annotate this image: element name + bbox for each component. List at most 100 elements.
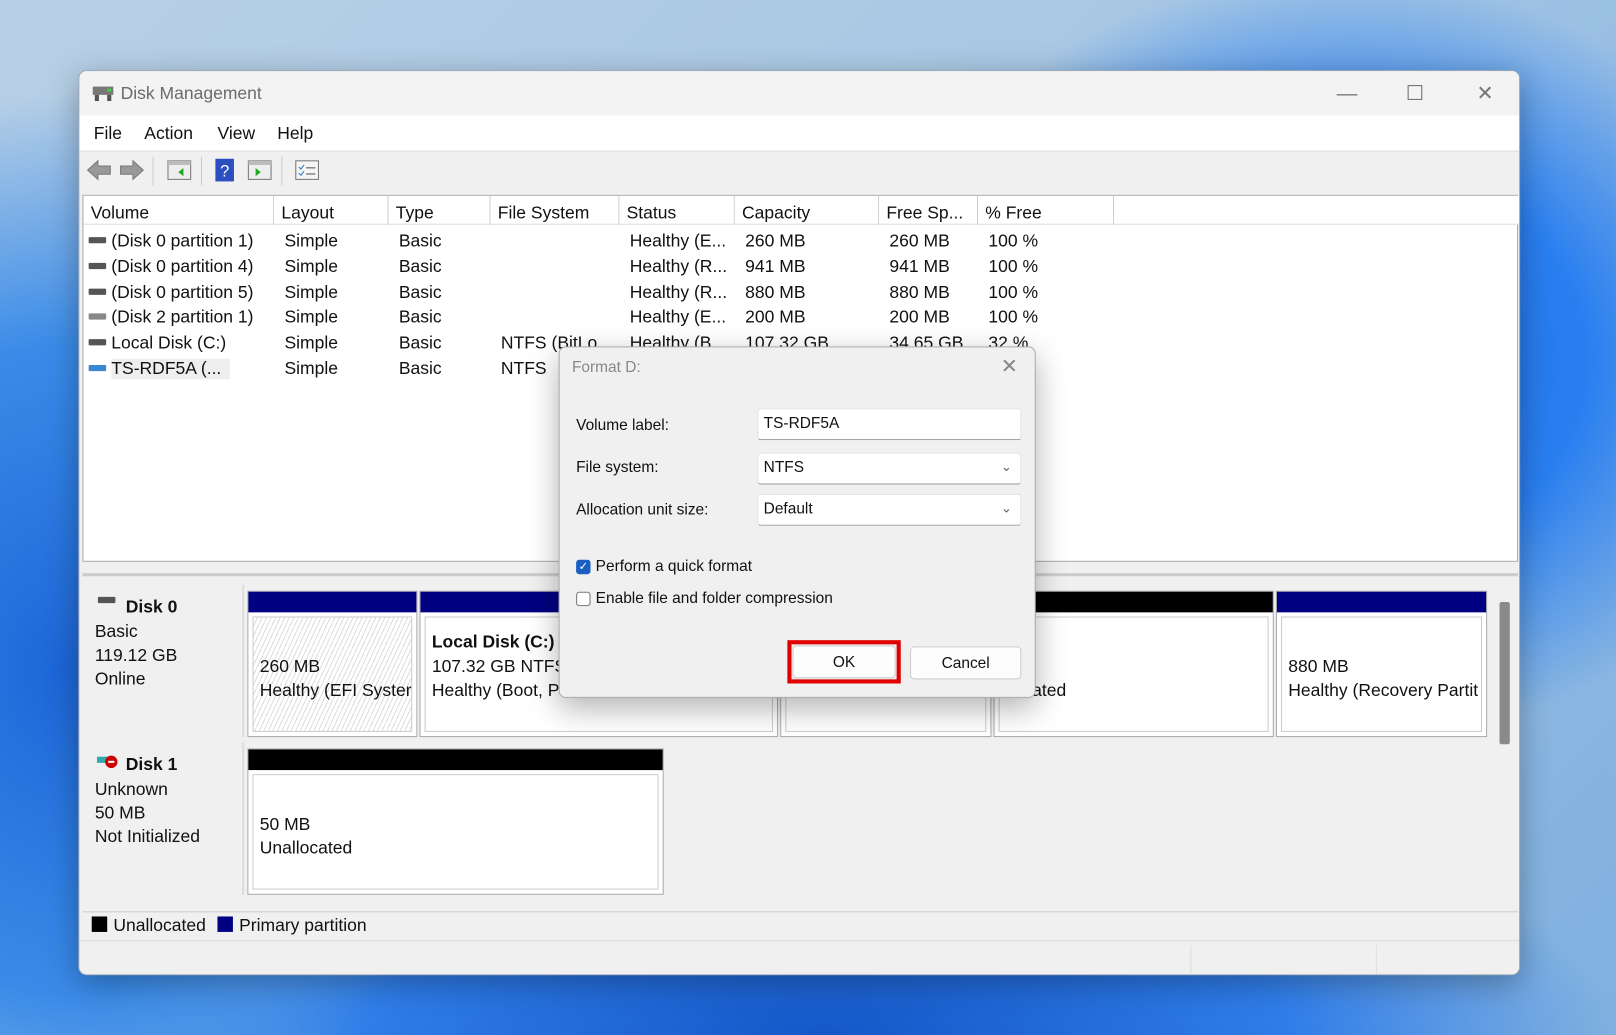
partition-color-bar [248, 749, 663, 771]
compression-checkbox[interactable] [576, 591, 591, 607]
partition-size: 880 MB [1288, 656, 1349, 677]
column-header[interactable]: Free Sp... [879, 195, 979, 225]
allocation-unit-select[interactable]: Default ⌄ [757, 493, 1022, 526]
chevron-down-icon: ⌄ [1000, 458, 1013, 475]
volume-icon [88, 339, 107, 346]
show-hide-action-pane-icon[interactable] [246, 158, 273, 183]
show-hide-console-tree-icon[interactable] [166, 158, 193, 183]
volume-label-input[interactable]: TS-RDF5A [757, 408, 1022, 441]
vertical-scrollbar[interactable] [1497, 602, 1512, 902]
partition-body: 260 MB Healthy (EFI Syster [252, 616, 413, 732]
legend-label: Unallocated [113, 915, 206, 936]
table-cell: NTFS [500, 358, 547, 379]
dialog-title: Format D: [571, 358, 641, 377]
table-cell: 200 MB [745, 307, 806, 328]
partition-color-bar [248, 591, 417, 613]
table-cell: 880 MB [889, 282, 950, 302]
partition-status: Unallocated [259, 838, 353, 858]
table-cell: 260 MB [889, 230, 950, 251]
partition-body: GBllocated [998, 616, 1269, 732]
status-bar [79, 940, 1520, 975]
back-icon[interactable] [86, 158, 113, 183]
table-cell: Basic [398, 256, 442, 277]
table-cell: Simple [284, 358, 339, 379]
partition-status: Healthy (Boot, P [431, 680, 560, 700]
table-cell: Basic [398, 333, 442, 353]
ok-button[interactable]: OK [792, 645, 896, 679]
table-cell: Simple [284, 333, 339, 353]
table-cell: Healthy (R... [629, 256, 728, 277]
disk-error-icon [96, 755, 118, 769]
column-header[interactable]: Capacity [734, 195, 880, 225]
disk-size: 119.12 GB [94, 645, 178, 665]
partition-color-bar [1276, 591, 1487, 613]
column-header[interactable]: File System [490, 195, 620, 225]
compression-label: Enable file and folder compression [595, 589, 833, 608]
menu-help[interactable]: Help [277, 124, 313, 145]
title-bar: Disk Management — ☐ ✕ [79, 71, 1520, 116]
table-cell: 941 MB [745, 256, 806, 277]
toolbar-separator [152, 156, 154, 186]
table-cell: Basic [398, 230, 442, 251]
column-header[interactable]: Type [388, 195, 491, 225]
allocation-unit-label: Allocation unit size: [576, 501, 709, 519]
volume-icon [88, 262, 107, 269]
table-cell: 200 MB [889, 307, 950, 328]
menu-file[interactable]: File [94, 124, 122, 145]
legend: Unallocated Primary partition [82, 911, 1519, 939]
properties-icon[interactable] [294, 158, 321, 183]
allocation-unit-value: Default [763, 499, 813, 518]
partition-body: 880 MB Healthy (Recovery Partit [1281, 616, 1483, 732]
disk-name: Disk 0 [125, 596, 178, 617]
file-system-label: File system: [576, 458, 659, 477]
table-cell: 100 % [988, 230, 1039, 251]
volume-label-label: Volume label: [576, 416, 669, 435]
table-cell: Healthy (R... [629, 282, 728, 302]
table-cell: Basic [398, 358, 442, 379]
table-cell: Healthy (E... [629, 307, 727, 328]
disk-1-label[interactable]: Disk 1 Unknown 50 MB Not Initialized [82, 742, 245, 895]
file-system-value: NTFS [763, 458, 805, 477]
partition-status: Healthy (EFI Syster [259, 680, 412, 700]
table-cell: (Disk 0 partition 5) [111, 282, 254, 302]
partition-unallocated[interactable]: 50 MB Unallocated [247, 748, 664, 895]
window-title: Disk Management [120, 83, 262, 104]
column-header[interactable]: Status [619, 195, 735, 225]
forward-icon[interactable] [119, 158, 146, 183]
cancel-button[interactable]: Cancel [910, 646, 1022, 680]
disk-state: Online [94, 669, 146, 689]
partition-primary[interactable]: 880 MB Healthy (Recovery Partit [1275, 590, 1488, 738]
quick-format-checkbox[interactable]: ✓ [576, 559, 591, 575]
help-icon[interactable]: ? [211, 158, 238, 183]
table-cell: Basic [398, 282, 442, 302]
volume-icon [88, 237, 107, 244]
volume-icon [88, 288, 107, 295]
column-header[interactable]: Layout [274, 195, 389, 225]
column-header-filler [1114, 195, 1520, 225]
disk-0-label[interactable]: Disk 0 Basic 119.12 GB Online [82, 584, 245, 738]
scrollbar-thumb[interactable] [1499, 602, 1510, 745]
table-row[interactable]: (Disk 0 partition 1) Simple Basic Healthy (… [83, 229, 1516, 254]
partition-primary[interactable]: 260 MB Healthy (EFI Syster [247, 590, 418, 738]
table-cell: 260 MB [745, 230, 806, 251]
table-cell: Simple [284, 256, 339, 277]
ok-highlight-box: OK [787, 640, 901, 684]
toolbar: ? [79, 150, 1520, 190]
table-cell: 100 % [988, 256, 1039, 277]
column-header[interactable]: Volume [83, 195, 275, 225]
table-row[interactable]: (Disk 0 partition 4) Simple Basic Healthy (… [83, 254, 1516, 279]
maximize-button[interactable]: ☐ [1394, 79, 1435, 108]
close-button[interactable]: ✕ [1464, 79, 1505, 108]
table-cell: 941 MB [889, 256, 950, 277]
dialog-close-button[interactable]: ✕ [1001, 354, 1018, 380]
minimize-button[interactable]: — [1326, 79, 1367, 108]
legend-swatch-unallocated [91, 916, 108, 932]
file-system-select[interactable]: NTFS ⌄ [757, 452, 1022, 485]
menu-view[interactable]: View [217, 124, 255, 145]
toolbar-separator [200, 156, 202, 186]
menu-action[interactable]: Action [144, 124, 193, 145]
table-row[interactable]: (Disk 2 partition 1) Simple Basic Healthy (… [83, 306, 1516, 331]
chevron-down-icon: ⌄ [1000, 499, 1013, 516]
table-row[interactable]: (Disk 0 partition 5) Simple Basic Healthy (… [83, 280, 1516, 305]
column-header[interactable]: % Free [978, 195, 1115, 225]
